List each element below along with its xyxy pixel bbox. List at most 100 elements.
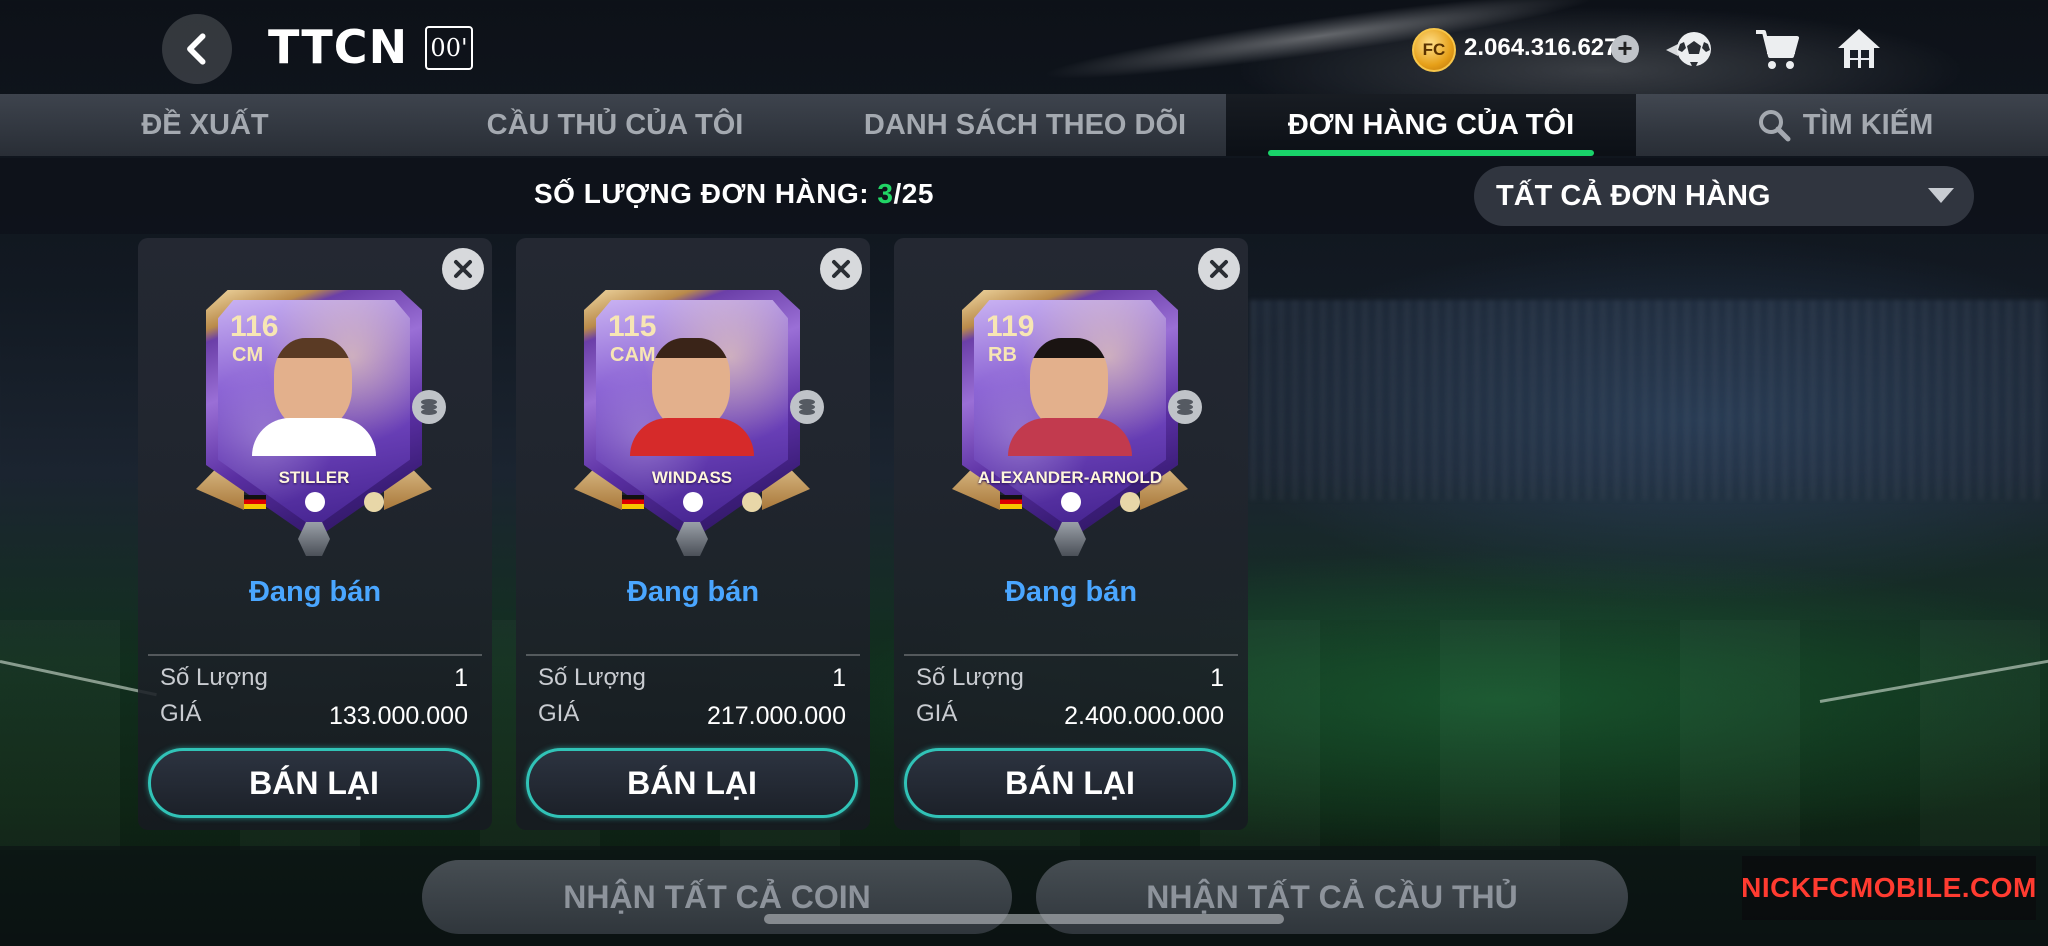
divider [904,654,1238,656]
league-badge-icon [1061,492,1081,512]
player-card[interactable]: 119 RB ALEXANDER-ARNOLD [952,290,1188,556]
coin-stack-icon[interactable] [412,390,446,424]
tab-my-orders[interactable]: ĐƠN HÀNG CỦA TÔI [1226,94,1636,156]
cart-icon[interactable] [1752,24,1802,74]
order-filter-dropdown[interactable]: TẤT CẢ ĐƠN HÀNG [1474,166,1974,226]
pitch-line [0,660,157,697]
quantity-value: 1 [454,664,468,692]
order-status: Đang bán [626,576,760,608]
football-icon[interactable] [1664,24,1714,74]
tab-recommended[interactable]: ĐỀ XUẤT [60,94,350,156]
player-rating: 119 [986,310,1035,343]
pitch-line [1819,658,2048,703]
tab-label: ĐƠN HÀNG CỦA TÔI [1287,108,1575,141]
cancel-order-button[interactable] [820,248,862,290]
back-button[interactable] [162,14,232,84]
player-card[interactable]: 115 CAM WINDASS [574,290,810,556]
resell-button[interactable]: BÁN LẠI [904,748,1236,818]
player-kit [1008,418,1132,456]
coin-stack-icon[interactable] [1168,390,1202,424]
quantity-label: Số Lượng [916,664,1024,691]
player-name: ALEXANDER-ARNOLD [977,468,1163,487]
nation-flag-icon [1000,495,1022,509]
player-badges [244,492,384,512]
order-status: Đang bán [248,576,382,608]
league-badge-icon [683,492,703,512]
tab-label: DANH SÁCH THEO DÕI [863,108,1187,141]
price-value: 2.400.000.000 [1064,702,1224,730]
tab-label: TÌM KIẾM [1802,108,1934,141]
nation-flag-icon [244,495,266,509]
claim-all-players-label: NHẬN TẤT CẢ CẦU THỦ [1146,878,1518,915]
quantity-label: Số Lượng [538,664,646,691]
player-badges [1000,492,1140,512]
price-label: GIÁ [538,700,580,727]
player-photo [1030,338,1108,430]
order-count: SỐ LƯỢNG ĐƠN HÀNG: 3/25 [534,178,934,210]
tab-watchlist[interactable]: DANH SÁCH THEO DÕI [830,94,1220,156]
resell-button-label: BÁN LẠI [249,764,379,801]
add-coins-button[interactable]: + [1611,35,1639,63]
tab-search[interactable]: TÌM KIẾM [1690,94,2000,156]
resell-button[interactable]: BÁN LẠI [526,748,858,818]
close-icon [832,260,850,278]
cancel-order-button[interactable] [1198,248,1240,290]
resell-button[interactable]: BÁN LẠI [148,748,480,818]
home-indicator[interactable] [764,914,1284,924]
home-icon[interactable] [1834,24,1884,74]
page-title: TTCN [268,20,409,74]
order-status: Đang bán [1004,576,1138,608]
chevron-down-icon [1928,188,1954,203]
close-icon [1210,260,1228,278]
price-label: GIÁ [160,700,202,727]
order-count-max: /25 [893,178,934,209]
player-rating: 115 [608,310,657,343]
price-value: 133.000.000 [328,702,468,730]
player-kit [630,418,754,456]
club-badge-icon [364,492,384,512]
order-info-bar: SỐ LƯỢNG ĐƠN HÀNG: 3/25 TẤT CẢ ĐƠN HÀNG [0,158,2048,234]
time-badge: 00' [425,26,473,70]
coin-stack-icon[interactable] [790,390,824,424]
close-icon [454,260,472,278]
divider [526,654,860,656]
quantity-label: Số Lượng [160,664,268,691]
player-card[interactable]: 116 CM STILLER [196,290,432,556]
nation-flag-icon [622,495,644,509]
price-value: 217.000.000 [706,702,846,730]
order-count-label: SỐ LƯỢNG ĐƠN HÀNG: [534,178,870,209]
order-card: 115 CAM WINDASS Đang bán Số Lượng 1 GIÁ … [516,238,870,830]
stadium-crowd [1250,300,2048,500]
player-kit [252,418,376,456]
quantity-value: 1 [1210,664,1224,692]
order-card: 119 RB ALEXANDER-ARNOLD Đang bán Số Lượn… [894,238,1248,830]
resell-button-label: BÁN LẠI [627,764,757,801]
order-filter-value: TẤT CẢ ĐƠN HÀNG [1496,179,1771,212]
fc-coin-icon: FC [1412,28,1456,72]
chevron-left-icon [187,33,206,65]
coin-balance: 2.064.316.627 [1464,34,1618,61]
player-position: RB [988,344,1017,366]
divider [148,654,482,656]
club-badge-icon [742,492,762,512]
watermark: NICKFCMOBILE.COM [1741,856,2036,920]
player-rating: 116 [230,310,279,343]
top-bar: TTCN 00' FC 2.064.316.627 + [0,0,2048,94]
cancel-order-button[interactable] [442,248,484,290]
tab-my-players[interactable]: CẦU THỦ CỦA TÔI [440,94,790,156]
quantity-value: 1 [832,664,846,692]
order-card: 116 CM STILLER Đang bán Số Lượng 1 GIÁ 1… [138,238,492,830]
resell-button-label: BÁN LẠI [1005,764,1135,801]
player-photo [274,338,352,430]
club-badge-icon [1120,492,1140,512]
search-icon [1758,110,1791,142]
player-badges [622,492,762,512]
tab-label: CẦU THỦ CỦA TÔI [486,108,744,141]
order-count-current: 3 [877,178,894,209]
league-badge-icon [305,492,325,512]
tab-label: ĐỀ XUẤT [141,108,269,141]
claim-all-coins-label: NHẬN TẤT CẢ COIN [563,878,871,915]
player-name: WINDASS [651,468,733,487]
player-photo [652,338,730,430]
tab-bar: ĐỀ XUẤT CẦU THỦ CỦA TÔI DANH SÁCH THEO D… [0,94,2048,156]
